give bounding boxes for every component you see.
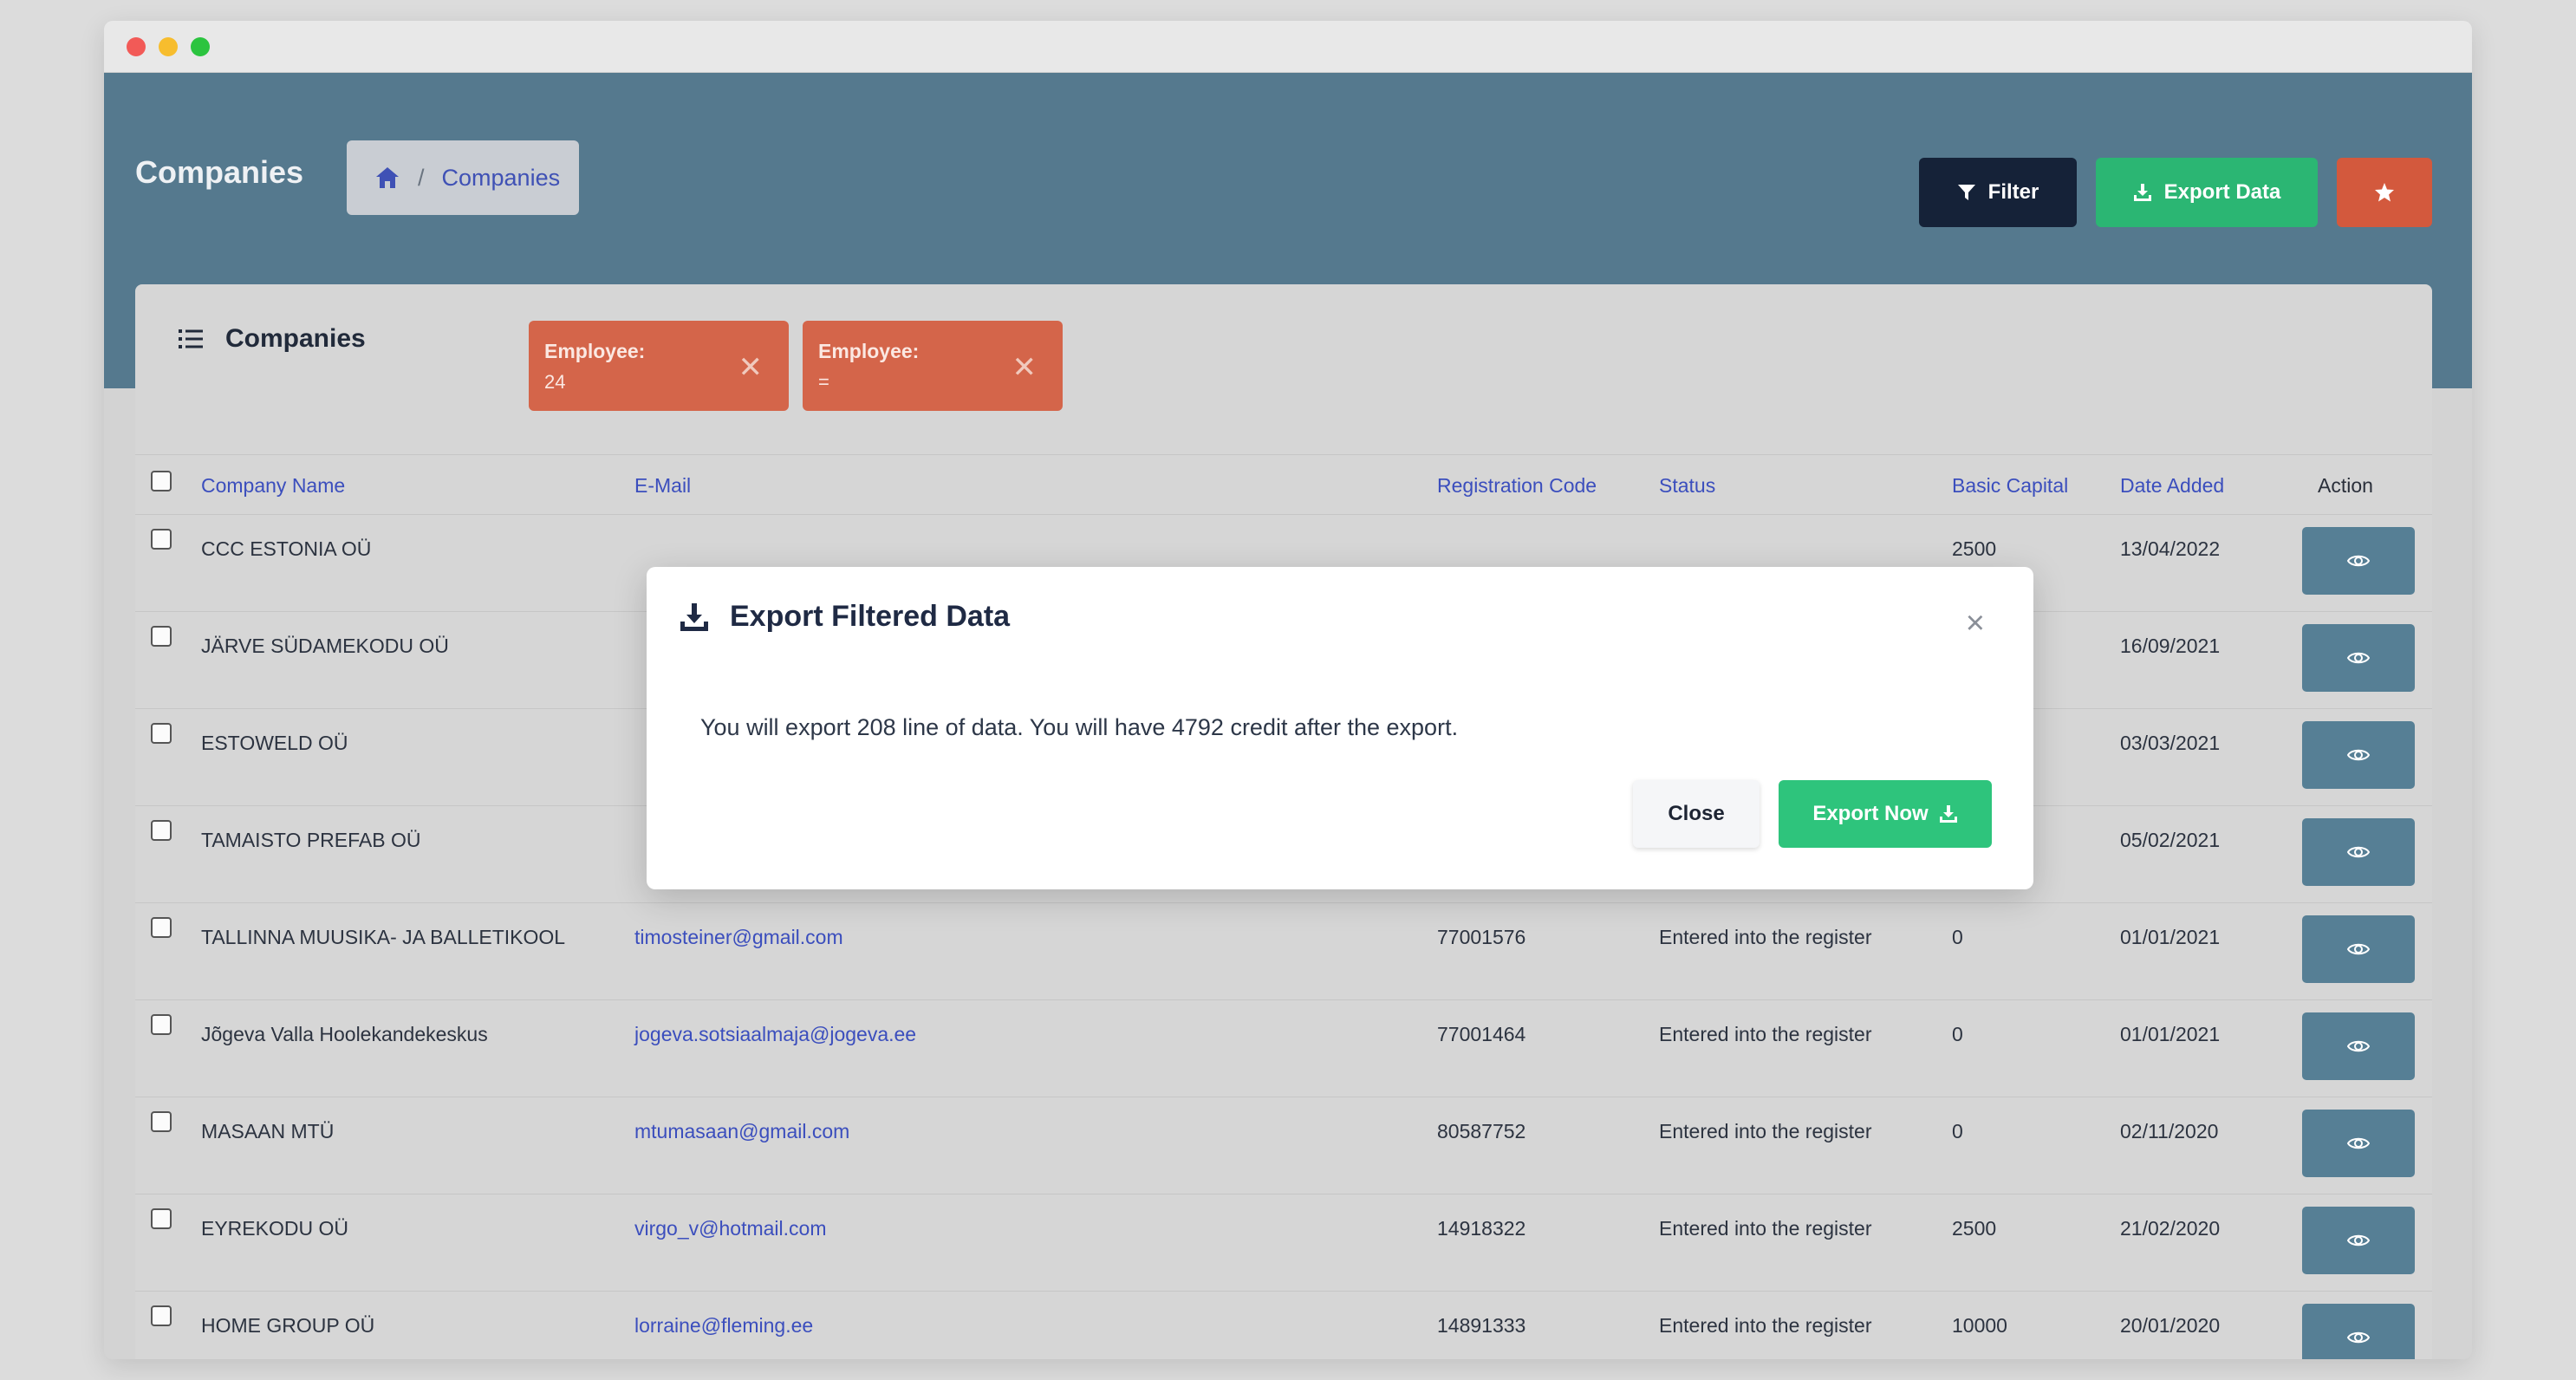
export-now-label: Export Now (1812, 802, 1929, 825)
window-titlebar (104, 21, 2472, 73)
close-window-dot[interactable] (127, 37, 146, 56)
modal-title-label: Export Filtered Data (730, 600, 1011, 633)
app-content: Companies / Companies Filter Export Data (104, 73, 2472, 1359)
download-icon (680, 602, 709, 632)
download-icon (1939, 804, 1958, 823)
close-button[interactable]: Close (1633, 780, 1760, 848)
minimize-window-dot[interactable] (159, 37, 178, 56)
browser-window: Companies / Companies Filter Export Data (104, 21, 2472, 1359)
maximize-window-dot[interactable] (191, 37, 210, 56)
export-modal: Export Filtered Data × You will export 2… (647, 567, 2033, 889)
modal-title: Export Filtered Data (680, 600, 1010, 634)
modal-message: You will export 208 line of data. You wi… (700, 714, 1459, 740)
export-now-button[interactable]: Export Now (1779, 780, 1992, 848)
close-icon[interactable]: × (1966, 605, 1985, 642)
